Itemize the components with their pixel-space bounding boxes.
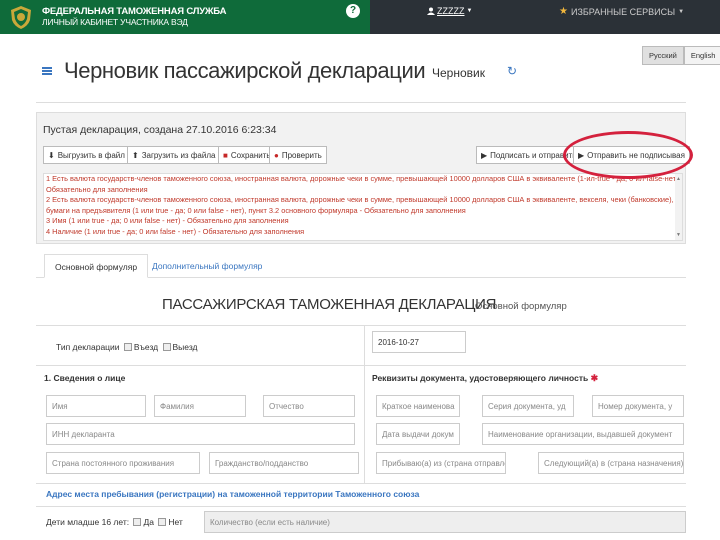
patronymic-input[interactable]: Отчество [263,395,355,417]
citizenship-select[interactable]: Гражданство/подданство [209,452,359,474]
decl-type-label: Тип декларации [56,342,120,352]
highlight-oval [563,131,693,179]
favorite-services-menu[interactable]: ★ ИЗБРАННЫЕ СЕРВИСЫ ▼ [559,6,684,17]
issuer-input[interactable]: Наименование организации, выдавшей докум… [482,423,684,445]
children-yes-label: Да [143,517,154,527]
doc-section-title: Реквизиты документа, удостоверяющего лич… [372,373,598,384]
decl-type-row: Тип декларации Въезд Выезд [56,342,198,352]
language-switch: Русский English [642,46,720,65]
validation-message: 3 Имя (1 или true - да; 0 или false - не… [46,216,289,225]
form-title: ПАССАЖИРСКАЯ ТАМОЖЕННАЯ ДЕКЛАРАЦИЯ [162,296,497,313]
inn-input[interactable]: ИНН декларанта [46,423,355,445]
page-title: Черновик пассажирской декларации [64,58,426,83]
exit-label: Выезд [172,342,198,352]
save-icon: ■ [223,150,228,160]
user-menu[interactable]: ZZZZZ ▼ [427,6,472,16]
entry-label: Въезд [133,342,159,352]
download-icon: ⬇ [48,150,55,160]
play-icon: ▶ [481,150,488,160]
user-name: ZZZZZ [437,6,465,16]
org-title: ФЕДЕРАЛЬНАЯ ТАМОЖЕННАЯ СЛУЖБА [42,6,227,17]
save-button[interactable]: ■ Сохранить [218,146,276,164]
doc-name-input[interactable]: Краткое наименова [376,395,460,417]
org-subtitle: ЛИЧНЫЙ КАБИНЕТ УЧАСТНИКА ВЭД [42,17,188,27]
user-bar: ZZZZZ ▼ ★ ИЗБРАННЫЕ СЕРВИСЫ ▼ [370,0,720,34]
list-icon [42,67,52,75]
page-status: Черновик [432,66,485,80]
check-icon: ● [274,150,279,160]
scroll-up-icon[interactable]: ▲ [676,176,681,182]
divider [36,365,686,366]
children-label: Дети младше 16 лет: [46,517,130,527]
scroll-down-icon[interactable]: ▼ [676,232,681,238]
star-icon: ★ [559,6,568,17]
divider [364,325,365,365]
children-count-input[interactable]: Количество (если есть наличие) [204,511,686,533]
import-button[interactable]: ⬆ Загрузить из файла [127,146,221,164]
doc-series-input[interactable]: Серия документа, уд [482,395,574,417]
divider [36,102,686,103]
required-icon: ✱ [590,373,599,383]
doc-section-label: Реквизиты документа, удостоверяющего лич… [372,373,589,383]
export-button[interactable]: ⬇ Выгрузить в файл [43,146,130,164]
import-label: Загрузить из файла [141,150,216,160]
lang-russian[interactable]: Русский [642,46,684,65]
doc-number-input[interactable]: Номер документа, у [592,395,684,417]
validation-messages: 1 Есть валюта государств-членов таможенн… [43,173,683,241]
residence-country-select[interactable]: Страна постоянного проживания [46,452,200,474]
validation-message: 2 Есть валюта государств-членов таможенн… [46,195,683,204]
validation-message: Обязательно для заполнения [46,184,148,194]
divider [36,506,686,507]
refresh-icon[interactable]: ↻ [507,64,517,78]
help-icon[interactable]: ? [346,4,360,18]
last-name-input[interactable]: Фамилия [154,395,246,417]
messages-scrollbar[interactable]: ▲ ▼ [675,174,682,240]
divider [36,325,686,326]
children-row: Дети младше 16 лет: Да Нет [46,517,183,527]
validation-message: бумаги на предъявителя (1 или true - да;… [46,205,466,215]
validation-message: 4 Наличие (1 или true - да; 0 или false … [46,226,305,236]
brand-block[interactable]: ФЕДЕРАЛЬНАЯ ТАМОЖЕННАЯ СЛУЖБА ЛИЧНЫЙ КАБ… [0,0,370,34]
first-name-input[interactable]: Имя [46,395,146,417]
section1-title: 1. Сведения о лице [44,373,126,383]
entry-checkbox[interactable] [123,343,132,351]
check-button[interactable]: ● Проверить [269,146,327,164]
tab-main-form[interactable]: Основной формуляр [44,254,149,278]
form-tabs: Основной формуляр Дополнительный формуля… [36,254,686,278]
customs-emblem-icon [11,6,31,29]
tab-additional-form[interactable]: Дополнительный формуляр [142,254,272,278]
export-label: Выгрузить в файл [57,150,125,160]
arrival-from-select[interactable]: Прибываю(а) из (страна отправления) [376,452,506,474]
address-link[interactable]: Адрес места пребывания (регистрации) на … [46,489,419,499]
children-no-label: Нет [168,517,183,527]
user-icon [427,7,435,15]
top-bar: ФЕДЕРАЛЬНАЯ ТАМОЖЕННАЯ СЛУЖБА ЛИЧНЫЙ КАБ… [0,0,720,34]
divider [36,483,686,484]
lang-english[interactable]: English [683,46,720,65]
check-label: Проверить [281,150,322,160]
next-to-select[interactable]: Следующий(а) в (страна назначения) [538,452,684,474]
children-no-checkbox[interactable] [158,518,167,526]
chevron-down-icon: ▼ [678,8,685,15]
exit-checkbox[interactable] [162,343,171,351]
draft-panel: Пустая декларация, создана 27.10.2016 6:… [36,112,690,244]
validation-message: 1 Есть валюта государств-членов таможенн… [46,174,683,183]
date-field[interactable]: 2016-10-27 [372,331,466,353]
save-label: Сохранить [230,150,271,160]
divider [364,365,365,483]
chevron-down-icon: ▼ [466,8,473,14]
issue-date-input[interactable]: Дата выдачи докум [376,423,460,445]
brand-text: ФЕДЕРАЛЬНАЯ ТАМОЖЕННАЯ СЛУЖБА ЛИЧНЫЙ КАБ… [42,6,226,28]
panel-header: Пустая декларация, создана 27.10.2016 6:… [43,124,277,136]
upload-icon: ⬆ [132,150,139,160]
children-yes-checkbox[interactable] [133,518,142,526]
form-subtitle: Основной формуляр [475,301,567,312]
favorite-services-label: ИЗБРАННЫЕ СЕРВИСЫ [570,6,676,17]
